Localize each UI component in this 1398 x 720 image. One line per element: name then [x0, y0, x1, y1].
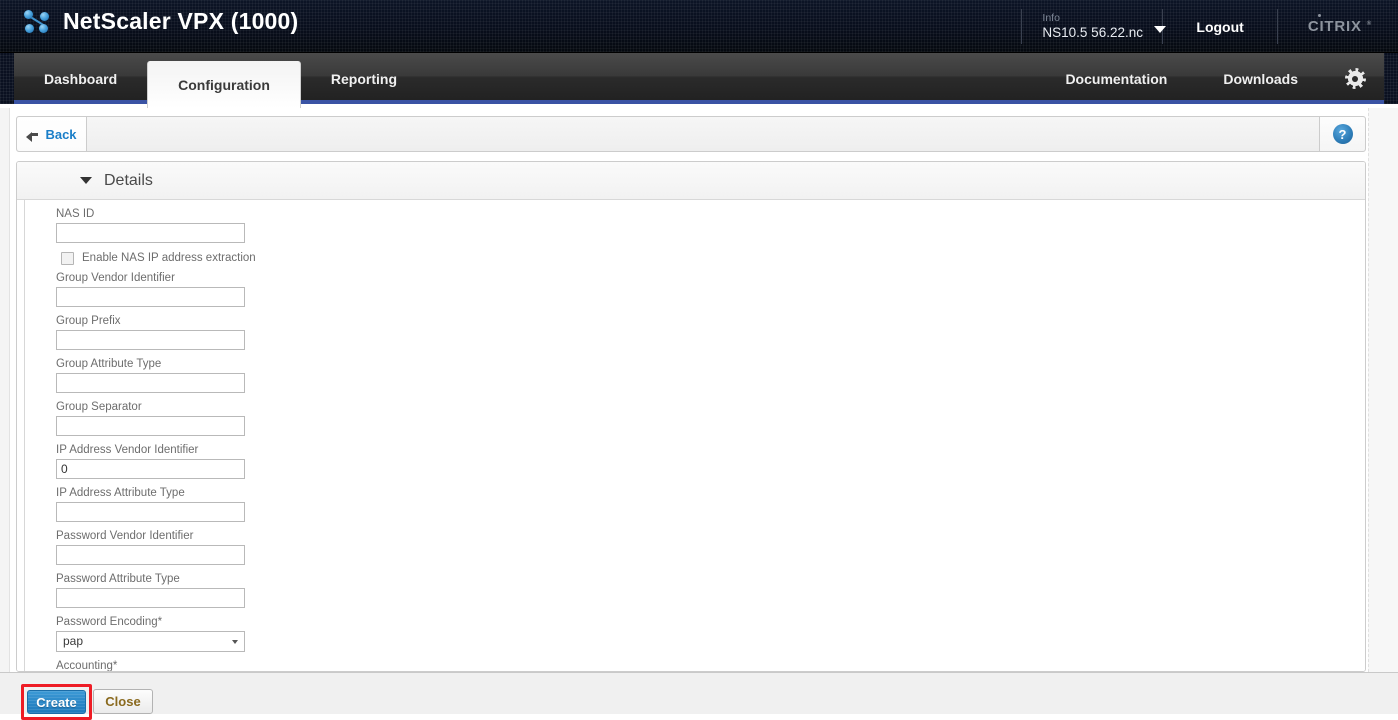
- question-mark-icon: ?: [1332, 124, 1353, 144]
- info-value: NS10.5 56.22.nc: [1042, 25, 1143, 40]
- label-password-vendor-identifier: Password Vendor Identifier: [56, 530, 194, 542]
- arrow-left-icon: [26, 128, 39, 142]
- group-vendor-identifier-input[interactable]: [56, 287, 245, 307]
- label-group-prefix: Group Prefix: [56, 315, 121, 327]
- label-accounting: Accounting*: [56, 660, 118, 672]
- group-prefix-input[interactable]: [56, 330, 245, 350]
- label-ip-address-vendor-identifier: IP Address Vendor Identifier: [56, 444, 199, 456]
- logout-button[interactable]: Logout: [1163, 0, 1276, 53]
- right-gutter: [1368, 108, 1398, 672]
- field-password-attribute-type: Password Attribute Type: [56, 570, 456, 608]
- brand-bar: NetScaler VPX (1000) Info NS10.5 56.22.n…: [0, 0, 1398, 53]
- field-ip-address-attribute-type: IP Address Attribute Type: [56, 484, 456, 522]
- back-button[interactable]: Back: [17, 117, 87, 151]
- info-dropdown[interactable]: Info NS10.5 56.22.nc: [1022, 0, 1167, 53]
- citrix-logo-text: CITRIX: [1307, 18, 1362, 35]
- ip-address-vendor-identifier-input[interactable]: [56, 459, 245, 479]
- label-password-attribute-type: Password Attribute Type: [56, 573, 180, 585]
- field-group-vendor-identifier: Group Vendor Identifier: [56, 269, 456, 307]
- citrix-logo: CITRIX: [1307, 14, 1372, 35]
- field-accounting: Accounting* ON: [56, 657, 456, 672]
- field-password-encoding: Password Encoding* pap: [56, 613, 456, 652]
- field-password-vendor-identifier: Password Vendor Identifier: [56, 527, 456, 565]
- enable-nas-ip-extraction-checkbox[interactable]: [61, 251, 74, 265]
- tab-configuration[interactable]: Configuration: [147, 61, 301, 108]
- brand-identity: NetScaler VPX (1000): [24, 8, 298, 35]
- password-attribute-type-input[interactable]: [56, 588, 245, 608]
- password-encoding-select[interactable]: pap: [56, 631, 245, 652]
- field-ip-address-vendor-identifier: IP Address Vendor Identifier: [56, 441, 456, 479]
- back-button-label: Back: [45, 126, 77, 142]
- page-toolbar: Back ?: [16, 116, 1366, 152]
- left-rail: [0, 108, 10, 714]
- link-downloads[interactable]: Downloads: [1195, 53, 1326, 104]
- link-documentation[interactable]: Documentation: [1037, 53, 1195, 104]
- nav-right-links: Documentation Downloads: [1037, 53, 1384, 104]
- label-group-attribute-type: Group Attribute Type: [56, 358, 162, 370]
- panel-inner-rule: [24, 200, 25, 671]
- label-group-separator: Group Separator: [56, 401, 142, 413]
- label-enable-nas-ip-extraction: Enable NAS IP address extraction: [82, 252, 256, 264]
- create-button-highlight: Create: [21, 684, 92, 720]
- close-button[interactable]: Close: [93, 689, 153, 714]
- details-panel: Details NAS ID Enable NAS IP address ext…: [16, 161, 1366, 672]
- gear-icon: [1344, 68, 1366, 89]
- tab-reporting[interactable]: Reporting: [301, 53, 427, 104]
- group-separator-input[interactable]: [56, 416, 245, 436]
- field-group-separator: Group Separator: [56, 398, 456, 436]
- label-password-encoding: Password Encoding*: [56, 616, 163, 628]
- product-title: NetScaler VPX (1000): [63, 8, 299, 34]
- radius-details-form: NAS ID Enable NAS IP address extraction …: [56, 205, 456, 672]
- password-vendor-identifier-input[interactable]: [56, 545, 245, 565]
- create-button[interactable]: Create: [27, 690, 86, 714]
- field-nas-id: NAS ID: [56, 205, 456, 243]
- label-nas-id: NAS ID: [56, 208, 95, 220]
- field-enable-nas-ip-extraction[interactable]: Enable NAS IP address extraction: [61, 248, 456, 268]
- password-encoding-value[interactable]: pap: [56, 631, 245, 652]
- nas-id-input[interactable]: [56, 223, 245, 243]
- caret-down-icon[interactable]: [80, 177, 92, 184]
- label-group-vendor-identifier: Group Vendor Identifier: [56, 272, 175, 284]
- label-ip-address-attribute-type: IP Address Attribute Type: [56, 487, 185, 499]
- details-panel-body: NAS ID Enable NAS IP address extraction …: [17, 200, 1365, 672]
- brand-bar-right: Info NS10.5 56.22.nc Logout CITRIX: [1021, 0, 1398, 53]
- details-section-header[interactable]: Details: [17, 162, 1365, 200]
- main-navigation: Dashboard Configuration Reporting Docume…: [0, 53, 1398, 108]
- info-label: Info: [1042, 12, 1060, 24]
- nav-edge-pattern-right: [1384, 53, 1398, 104]
- group-attribute-type-input[interactable]: [56, 373, 245, 393]
- details-section-title: Details: [104, 171, 153, 189]
- nav-edge-pattern-left: [0, 53, 14, 104]
- nav-tab-list: Dashboard Configuration Reporting: [14, 53, 427, 108]
- field-group-attribute-type: Group Attribute Type: [56, 355, 456, 393]
- page-content: Back ? Details NAS ID Enable NAS IP addr…: [0, 108, 1398, 720]
- help-button[interactable]: ?: [1319, 117, 1365, 151]
- tab-dashboard[interactable]: Dashboard: [14, 53, 147, 104]
- vendor-logo-cell: CITRIX: [1278, 0, 1398, 53]
- ip-address-attribute-type-input[interactable]: [56, 502, 245, 522]
- settings-button[interactable]: [1326, 53, 1384, 104]
- action-footer: Create Close: [0, 672, 1398, 720]
- network-nodes-icon: [24, 9, 50, 34]
- field-group-prefix: Group Prefix: [56, 312, 456, 350]
- chevron-down-icon[interactable]: [1154, 26, 1167, 33]
